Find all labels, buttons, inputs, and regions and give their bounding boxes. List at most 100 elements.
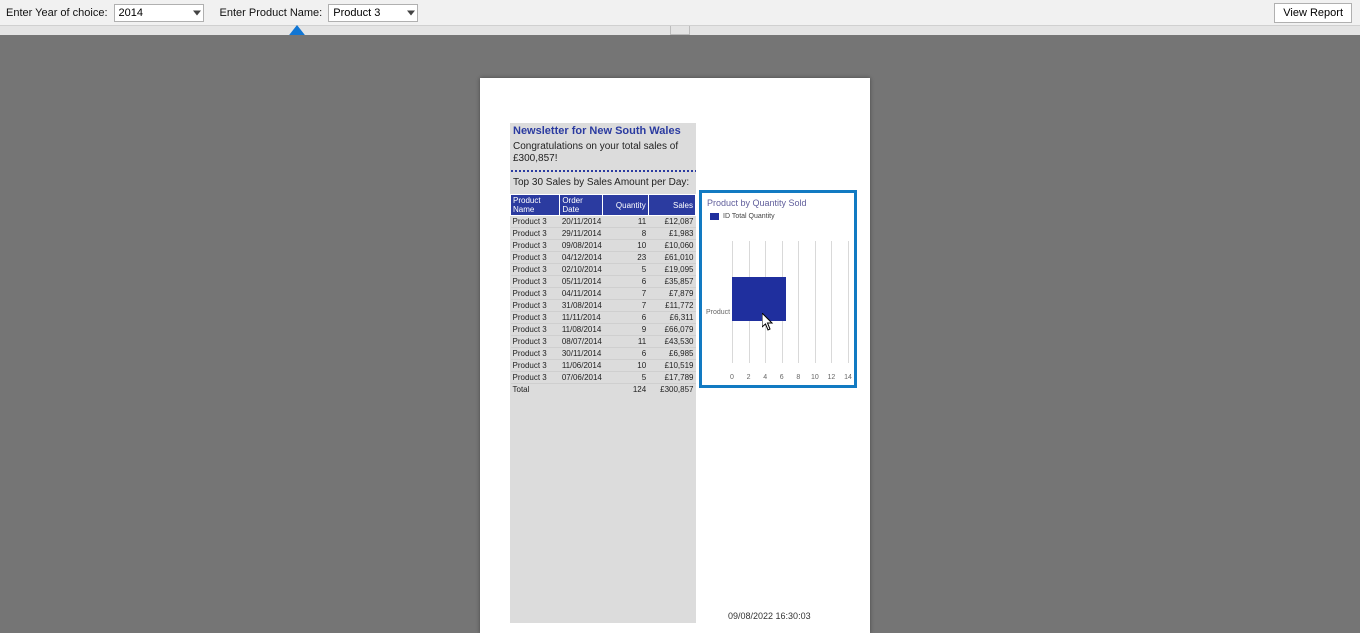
year-select[interactable]: 2014 <box>114 4 204 22</box>
chart-x-tick-label: 12 <box>828 374 836 381</box>
chart-gridline <box>815 241 816 363</box>
table-row: Product 311/06/201410£10,519 <box>511 360 696 372</box>
table-header-row: Product Name Order Date Quantity Sales <box>511 195 696 216</box>
cell-date: 04/11/2014 <box>560 288 603 300</box>
table-row: Product 304/11/20147£7,879 <box>511 288 696 300</box>
cell-sales: £6,985 <box>648 348 695 360</box>
cell-sales: £11,772 <box>648 300 695 312</box>
cell-qty: 10 <box>603 360 648 372</box>
table-row: Product 329/11/20148£1,983 <box>511 228 696 240</box>
cell-sales: £43,530 <box>648 336 695 348</box>
cell-qty: 11 <box>603 216 648 228</box>
chart-bar <box>732 277 786 321</box>
cell-product: Product 3 <box>511 276 560 288</box>
report-body: Newsletter for New South Wales Congratul… <box>510 123 696 623</box>
table-row: Product 331/08/20147£11,772 <box>511 300 696 312</box>
product-label: Enter Product Name: <box>220 7 323 19</box>
cell-date: 05/11/2014 <box>560 276 603 288</box>
cell-total-label: Total <box>511 384 560 396</box>
cell-qty: 8 <box>603 228 648 240</box>
chart-legend: ID Total Quantity <box>702 210 854 222</box>
table-row: Product 311/11/20146£6,311 <box>511 312 696 324</box>
cell-qty: 6 <box>603 276 648 288</box>
cell-qty: 11 <box>603 336 648 348</box>
col-product: Product Name <box>511 195 560 216</box>
cell-product: Product 3 <box>511 348 560 360</box>
report-subtitle: Congratulations on your total sales of £… <box>510 141 696 169</box>
cell-qty: 7 <box>603 300 648 312</box>
cell-qty: 5 <box>603 372 648 384</box>
year-select-value: 2014 <box>119 7 143 19</box>
cell-date: 11/06/2014 <box>560 360 603 372</box>
cell-product: Product 3 <box>511 360 560 372</box>
chart-x-tick-label: 8 <box>796 374 800 381</box>
cell-sales: £19,095 <box>648 264 695 276</box>
cell-date: 11/11/2014 <box>560 312 603 324</box>
cell-product: Product 3 <box>511 300 560 312</box>
table-row: Product 330/11/20146£6,985 <box>511 348 696 360</box>
cell-sales: £61,010 <box>648 252 695 264</box>
cell-product: Product 3 <box>511 288 560 300</box>
table-row: Product 302/10/20145£19,095 <box>511 264 696 276</box>
chart-title: Product by Quantity Sold <box>702 193 854 210</box>
cell-sales: £1,983 <box>648 228 695 240</box>
cell-qty: 9 <box>603 324 648 336</box>
table-total-row: Total 124£300,857 <box>511 384 696 396</box>
cell-sales: £10,519 <box>648 360 695 372</box>
cell-product: Product 3 <box>511 324 560 336</box>
cell-date: 30/11/2014 <box>560 348 603 360</box>
table-row: Product 309/08/201410£10,060 <box>511 240 696 252</box>
cell-qty: 5 <box>603 264 648 276</box>
cell-date: 29/11/2014 <box>560 228 603 240</box>
chart-x-tick-label: 4 <box>763 374 767 381</box>
report-title: Newsletter for New South Wales <box>510 123 696 141</box>
cell-date: 02/10/2014 <box>560 264 603 276</box>
cell-product: Product 3 <box>511 336 560 348</box>
cell-sales: £12,087 <box>648 216 695 228</box>
chart-x-tick-label: 6 <box>780 374 784 381</box>
cell-product: Product 3 <box>511 372 560 384</box>
cell-qty: 6 <box>603 312 648 324</box>
chart-x-tick-label: 10 <box>811 374 819 381</box>
cell-date: 31/08/2014 <box>560 300 603 312</box>
report-timestamp: 09/08/2022 16:30:03 <box>728 611 811 621</box>
cell-sales: £6,311 <box>648 312 695 324</box>
col-date: Order Date <box>560 195 603 216</box>
cell-sales: £10,060 <box>648 240 695 252</box>
legend-text: ID Total Quantity <box>723 213 775 220</box>
parameter-bar: Enter Year of choice: 2014 Enter Product… <box>0 0 1360 26</box>
table-row: Product 304/12/201423£61,010 <box>511 252 696 264</box>
table-row: Product 320/11/201411£12,087 <box>511 216 696 228</box>
chevron-down-icon <box>407 10 415 15</box>
cell-date: 20/11/2014 <box>560 216 603 228</box>
cell-product: Product 3 <box>511 264 560 276</box>
product-select[interactable]: Product 3 <box>328 4 418 22</box>
table-row: Product 307/06/20145£17,789 <box>511 372 696 384</box>
table-row: Product 311/08/20149£66,079 <box>511 324 696 336</box>
cell-date: 04/12/2014 <box>560 252 603 264</box>
cell-product: Product 3 <box>511 228 560 240</box>
report-page: Newsletter for New South Wales Congratul… <box>480 78 870 633</box>
cell-sales: £17,789 <box>648 372 695 384</box>
sales-table: Product Name Order Date Quantity Sales P… <box>510 194 696 395</box>
cell-qty: 23 <box>603 252 648 264</box>
chart-x-tick-label: 2 <box>747 374 751 381</box>
chart-x-tick-label: 0 <box>730 374 734 381</box>
report-section-title: Top 30 Sales by Sales Amount per Day: <box>510 175 696 194</box>
cell-sales: £66,079 <box>648 324 695 336</box>
table-row: Product 308/07/201411£43,530 <box>511 336 696 348</box>
cell-product: Product 3 <box>511 312 560 324</box>
cell-qty: 6 <box>603 348 648 360</box>
cell-date: 09/08/2014 <box>560 240 603 252</box>
report-viewer-workspace: Newsletter for New South Wales Congratul… <box>0 35 1360 608</box>
cell-qty: 7 <box>603 288 648 300</box>
cell-total-sales: £300,857 <box>648 384 695 396</box>
cell-date: 08/07/2014 <box>560 336 603 348</box>
cell-product: Product 3 <box>511 240 560 252</box>
cell-sales: £35,857 <box>648 276 695 288</box>
cell-product: Product 3 <box>511 252 560 264</box>
year-label: Enter Year of choice: <box>6 7 108 19</box>
splitter-handle[interactable] <box>670 26 690 35</box>
view-report-button[interactable]: View Report <box>1274 3 1352 23</box>
cell-total-qty: 124 <box>603 384 648 396</box>
